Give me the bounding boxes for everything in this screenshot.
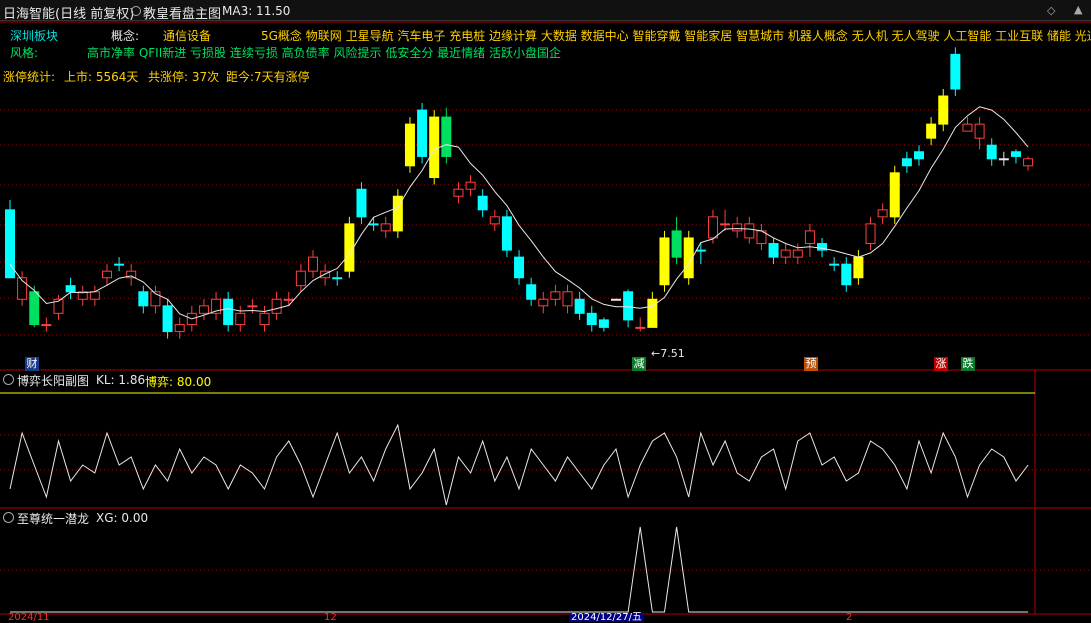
candle-body <box>271 298 282 314</box>
candle-body <box>332 277 343 280</box>
panel2-title[interactable]: 博弈长阳副图 <box>17 372 89 389</box>
candle-body <box>514 256 525 279</box>
candle-body <box>877 209 888 218</box>
candle-body <box>538 298 549 307</box>
date-axis-1: 2024/11 <box>8 612 50 623</box>
candle-body <box>477 195 488 211</box>
candle-body <box>586 312 597 326</box>
candle-body <box>417 109 428 157</box>
candle-body <box>901 158 912 167</box>
candle-body <box>138 291 149 307</box>
panel2-kl: KL: 1.86 <box>96 373 146 387</box>
date-axis-2: 12 <box>324 612 337 623</box>
candle-body <box>611 298 621 301</box>
candle-body <box>1023 158 1034 167</box>
panel3-title[interactable]: 至尊统一潜龙 <box>17 510 89 527</box>
badge-yu[interactable]: 预 <box>804 357 818 371</box>
candle-body <box>41 324 52 327</box>
candle-body <box>5 209 15 279</box>
candle-body <box>368 223 379 226</box>
candle-body <box>938 95 949 125</box>
panel2-boyi: 博弈: 80.00 <box>145 375 212 389</box>
candle-body <box>501 216 512 251</box>
candle-body <box>380 223 391 232</box>
candle-body <box>235 312 246 326</box>
candle-body <box>465 181 476 190</box>
candle-body <box>744 223 755 239</box>
candlestick-chart[interactable] <box>0 0 1091 622</box>
candle-body <box>914 151 924 160</box>
candle-body <box>29 291 40 326</box>
candle-body <box>550 291 561 300</box>
candle-body <box>453 188 464 197</box>
candle-body <box>101 270 112 279</box>
candle-body <box>174 324 185 333</box>
candle-body <box>562 291 573 307</box>
candle-body <box>998 158 1009 161</box>
candle-body <box>889 172 900 218</box>
candle-body <box>865 223 876 245</box>
boyi-line <box>9 423 1029 506</box>
candle-body <box>829 263 840 266</box>
date-axis-3: 2 <box>846 612 853 623</box>
candle-body <box>283 298 294 301</box>
candle-body <box>404 123 415 167</box>
candle-body <box>635 326 646 329</box>
candle-body <box>223 298 234 326</box>
candle-body <box>598 319 609 328</box>
candle-body <box>707 216 718 239</box>
candle-body <box>162 305 173 333</box>
candle-body <box>441 116 452 157</box>
candle-body <box>429 116 440 179</box>
candle-body <box>792 249 803 258</box>
candle-body <box>247 305 258 308</box>
badge-jian[interactable]: 减 <box>632 357 646 371</box>
candle-body <box>259 312 270 326</box>
candle-body <box>720 223 731 226</box>
ma3-line <box>9 106 1029 320</box>
candle-body <box>853 256 864 279</box>
candle-body <box>198 305 209 314</box>
candle-body <box>974 123 985 139</box>
candle-body <box>768 243 779 258</box>
badge-die[interactable]: 跌 <box>961 357 975 371</box>
panel3-collapse-icon[interactable] <box>3 512 14 523</box>
candle-body <box>89 291 100 300</box>
candle-body <box>986 144 997 160</box>
badge-zhang[interactable]: 涨 <box>934 357 948 371</box>
panel2-collapse-icon[interactable] <box>3 374 14 385</box>
candle-body <box>344 223 355 272</box>
date-axis-selected[interactable]: 2024/12/27/五 <box>569 613 645 623</box>
candle-body <box>65 285 76 293</box>
xg-line <box>10 526 1029 613</box>
candle-body <box>659 237 670 286</box>
low-price-label: ←7.51 <box>651 347 685 360</box>
candle-body <box>695 249 706 252</box>
candle-body <box>114 263 125 266</box>
candle-body <box>1010 151 1021 157</box>
candle-body <box>962 123 973 132</box>
candle-body <box>489 216 500 225</box>
candle-body <box>356 188 367 218</box>
candle-body <box>671 230 682 258</box>
candle-body <box>308 256 318 272</box>
candle-body <box>732 223 743 232</box>
badge-cai[interactable]: 财 <box>25 357 39 371</box>
candle-body <box>926 123 937 139</box>
candle-body <box>623 291 634 321</box>
candle-body <box>804 230 815 245</box>
candle-body <box>574 298 585 314</box>
candle-body <box>526 284 537 300</box>
panel3-xg: XG: 0.00 <box>96 511 149 525</box>
candle-body <box>295 270 306 287</box>
candle-body <box>780 249 791 258</box>
candle-body <box>841 263 852 286</box>
candle-body <box>950 53 961 90</box>
